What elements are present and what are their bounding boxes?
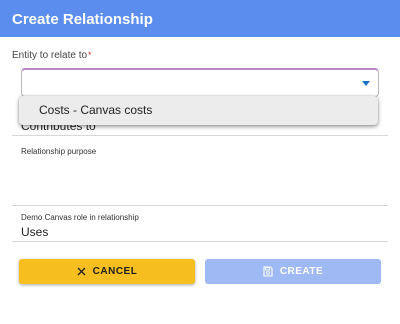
entity-dropdown-menu: Costs - Canvas costs (19, 96, 378, 125)
entity-field-label: Entity to relate to* (12, 50, 92, 61)
entity-label-text: Entity to relate to (12, 50, 88, 61)
create-button-label: CREATE (279, 266, 324, 277)
cancel-button[interactable]: CANCEL (19, 259, 195, 284)
relationship-purpose-field[interactable]: Relationship purpose (12, 138, 388, 206)
dialog-title: Create Relationship (0, 0, 400, 37)
entity-select[interactable] (21, 68, 379, 97)
create-relationship-dialog: Create Relationship Entity to relate to*… (0, 0, 400, 324)
save-icon (263, 266, 273, 277)
required-marker: * (88, 50, 92, 60)
dropdown-arrow-icon[interactable] (362, 81, 370, 86)
role-label: Demo Canvas role in relationship (21, 213, 139, 222)
role-field[interactable]: Demo Canvas role in relationship Uses (12, 206, 388, 242)
close-icon (77, 267, 86, 276)
dropdown-option-costs[interactable]: Costs - Canvas costs (19, 96, 378, 125)
create-button[interactable]: CREATE (205, 259, 381, 284)
role-value: Uses (21, 225, 49, 239)
relationship-purpose-label: Relationship purpose (21, 147, 97, 156)
cancel-button-label: CANCEL (92, 266, 138, 277)
